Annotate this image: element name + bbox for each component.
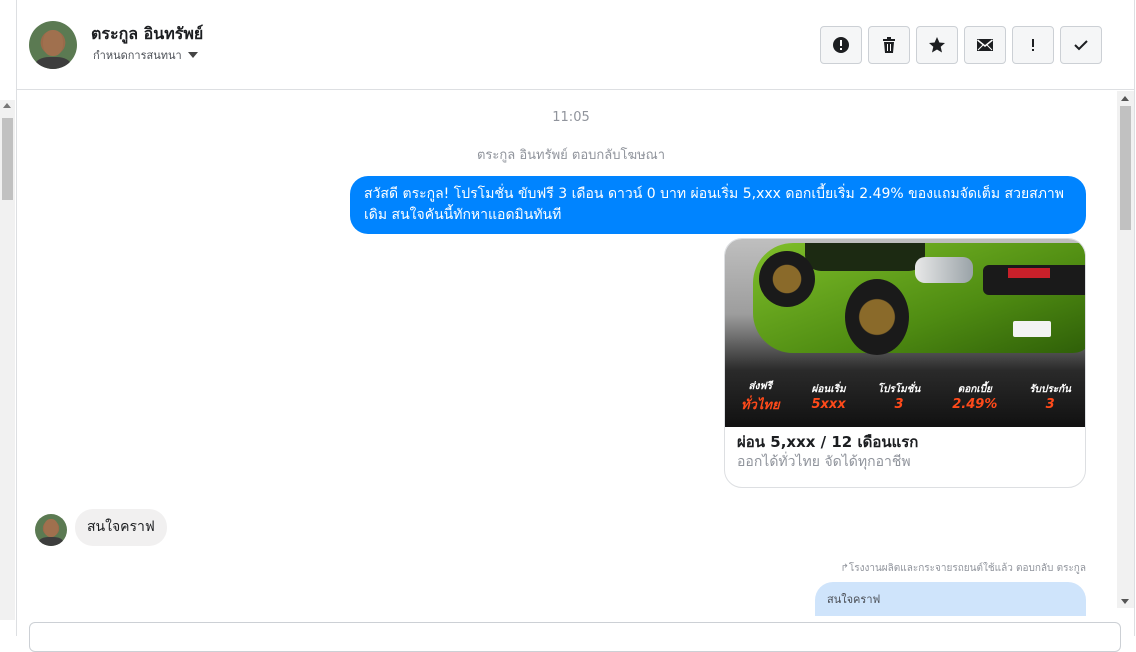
promo-interest: ดอกเบี้ย 2.49% <box>952 382 997 412</box>
message-timestamp: 11:05 <box>552 110 590 125</box>
check-icon <box>1074 40 1088 51</box>
ad-card[interactable]: ส่งฟรี ทั่วไทย ผ่อนเริ่ม 5xxx โปรโมชั่น … <box>724 238 1086 488</box>
delete-button[interactable] <box>868 26 910 64</box>
assign-label: กำหนดการสนทนา <box>93 49 182 62</box>
avatar-face <box>43 30 63 56</box>
promo-promotion: โปรโมชั่น 3 <box>878 382 921 412</box>
conversation-toolbar <box>820 26 1102 64</box>
scroll-up-arrow[interactable] <box>1121 96 1129 101</box>
spam-report-button[interactable] <box>820 26 862 64</box>
promo-value: 5xxx <box>811 397 846 412</box>
car-license-plate <box>1013 321 1051 337</box>
ad-card-image[interactable]: ส่งฟรี ทั่วไทย ผ่อนเริ่ม 5xxx โปรโมชั่น … <box>725 239 1085 427</box>
promo-value: 3 <box>894 397 904 412</box>
trash-icon <box>883 37 895 53</box>
star-button[interactable] <box>916 26 958 64</box>
exclamation-icon <box>1032 39 1034 51</box>
follow-up-button[interactable] <box>1012 26 1054 64</box>
ad-reply-note: ตระกูล อินทรัพย์ ตอบกลับโฆษณา <box>476 148 666 163</box>
promo-label: โปรโมชั่น <box>877 384 921 395</box>
scroll-up-arrow[interactable] <box>3 103 11 108</box>
reply-context-label: ↱โรงงานผลิตและกระจายรถยนต์ใช้แล้ว ตอบกลั… <box>840 563 1086 574</box>
avatar-face <box>44 519 58 537</box>
promo-label: ดอกเบี้ย <box>957 384 992 395</box>
message-composer[interactable] <box>29 622 1121 652</box>
incoming-message-bubble[interactable]: สนใจคราฟ <box>75 509 167 546</box>
promo-value: 2.49% <box>952 397 998 412</box>
avatar[interactable] <box>29 21 77 69</box>
page-scrollbar-thumb[interactable] <box>2 118 13 200</box>
alert-circle-icon <box>833 37 849 53</box>
mark-done-button[interactable] <box>1060 26 1102 64</box>
scroll-down-arrow[interactable] <box>1121 599 1129 604</box>
sender-avatar[interactable] <box>35 514 67 546</box>
car-wheel-front <box>845 279 909 355</box>
thread-scrollbar[interactable] <box>1117 91 1134 608</box>
avatar-shirt <box>35 57 71 69</box>
outgoing-message-bubble[interactable]: สวัสดี ตระกูล! โปรโมชั่น ขับฟรี 3 เดือน … <box>350 176 1086 234</box>
avatar-shirt <box>39 537 63 546</box>
car-brand-logo <box>1008 268 1050 278</box>
mark-unread-button[interactable] <box>964 26 1006 64</box>
promo-value: 3 <box>1045 397 1055 412</box>
page-scrollbar[interactable] <box>0 100 15 620</box>
promo-warranty: รับประกัน 3 <box>1029 382 1071 412</box>
conversation-header: ตระกูล อินทรัพย์ กำหนดการสนทนา <box>17 0 1134 90</box>
car-windshield <box>805 243 925 271</box>
promo-value: ทั่วไทย <box>740 398 780 413</box>
car-wheel-rear <box>759 251 815 307</box>
ad-promo-strip: ส่งฟรี ทั่วไทย ผ่อนเริ่ม 5xxx โปรโมชั่น … <box>725 367 1085 427</box>
message-thread[interactable]: 11:05 ตระกูล อินทรัพย์ ตอบกลับโฆษณา สวัส… <box>17 91 1117 621</box>
promo-free-delivery: ส่งฟรี ทั่วไทย <box>741 379 780 415</box>
car-headlight <box>915 257 973 283</box>
envelope-icon <box>977 39 993 51</box>
promo-label: ผ่อนเริ่ม <box>811 384 846 395</box>
promo-installment: ผ่อนเริ่ม 5xxx <box>812 382 846 412</box>
star-icon <box>929 37 945 53</box>
ad-card-subtitle: ออกได้ทั่วไทย จัดได้ทุกอาชีพ <box>737 454 911 470</box>
thread-scrollbar-thumb[interactable] <box>1120 106 1131 230</box>
caret-down-icon <box>187 52 198 58</box>
promo-label: รับประกัน <box>1029 384 1072 395</box>
quoted-message-bubble[interactable]: สนใจคราฟ <box>815 582 1086 616</box>
contact-name[interactable]: ตระกูล อินทรัพย์ <box>91 22 203 47</box>
promo-label: ส่งฟรี <box>748 381 772 392</box>
assign-conversation-dropdown[interactable]: กำหนดการสนทนา <box>93 46 198 64</box>
